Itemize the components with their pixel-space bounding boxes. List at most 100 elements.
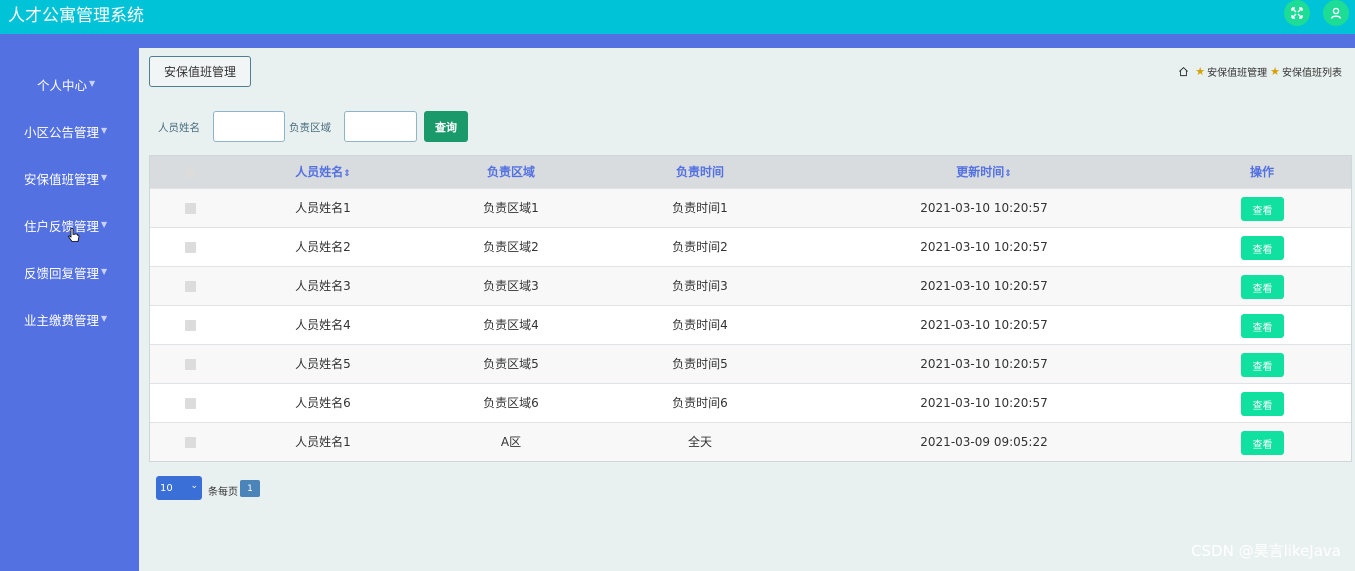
select-all-checkbox[interactable]: [185, 167, 196, 178]
sidebar-item-reply[interactable]: 反馈回复管理 ▼: [0, 260, 139, 284]
cell-name: 人员姓名1: [295, 201, 351, 215]
view-button[interactable]: 查看: [1241, 197, 1284, 221]
cell-area: 负责区域6: [483, 396, 539, 410]
query-button[interactable]: 查询: [424, 111, 468, 142]
home-icon[interactable]: [1178, 66, 1189, 77]
star-icon: ★: [1195, 65, 1206, 78]
user-icon[interactable]: [1323, 0, 1349, 26]
cell-name: 人员姓名4: [295, 318, 351, 332]
tab-security-management[interactable]: 安保值班管理: [149, 56, 251, 87]
sidebar-item-label: 安保值班管理: [24, 171, 100, 187]
area-search-label: 负责区域: [289, 122, 331, 134]
page-number-button[interactable]: 1: [240, 480, 260, 497]
chevron-down-icon: ⌄: [190, 481, 198, 491]
page-size-value: 10: [160, 482, 173, 494]
column-header-actions: 操作: [1249, 165, 1275, 179]
cell-name: 人员姓名3: [295, 279, 351, 293]
view-button[interactable]: 查看: [1241, 353, 1284, 377]
row-checkbox[interactable]: [185, 320, 196, 331]
per-page-label: 条每页: [208, 487, 238, 498]
cell-name: 人员姓名5: [295, 357, 351, 371]
page-size-select[interactable]: 10 ⌄: [156, 476, 202, 500]
sidebar: 个人中心 ▼ 小区公告管理 ▼ 安保值班管理 ▼ 住户反馈管理 ▼ 反馈回复管理 ▼ 业主…: [0, 48, 139, 571]
cell-name: 人员姓名1: [295, 435, 351, 449]
breadcrumb-item-security-management[interactable]: 安保值班管理: [1207, 64, 1267, 79]
caret-down-icon: ▼: [101, 266, 108, 276]
table-row: 人员姓名4 负责区域4 负责时间4 2021-03-10 10:20:57 查看: [150, 305, 1351, 344]
name-search-input[interactable]: [213, 111, 285, 142]
table-row: 人员姓名1 A区 全天 2021-03-09 09:05:22 查看: [150, 422, 1351, 461]
column-header-name[interactable]: 人员姓名⇕: [295, 156, 351, 188]
sidebar-item-label: 住户反馈管理: [24, 218, 100, 234]
sidebar-item-label: 个人中心: [37, 77, 88, 93]
app-title: 人才公寓管理系统: [8, 6, 144, 26]
column-header-updated[interactable]: 更新时间⇕: [956, 156, 1012, 188]
view-button[interactable]: 查看: [1241, 236, 1284, 260]
cell-time: 负责时间5: [672, 357, 728, 371]
sidebar-item-notice[interactable]: 小区公告管理 ▼: [0, 119, 139, 143]
row-checkbox[interactable]: [185, 398, 196, 409]
column-header-label: 更新时间: [956, 165, 1005, 179]
cell-updated: 2021-03-10 10:20:57: [920, 318, 1048, 332]
view-button[interactable]: 查看: [1241, 392, 1284, 416]
cell-area: A区: [500, 435, 522, 449]
table-row: 人员姓名6 负责区域6 负责时间6 2021-03-10 10:20:57 查看: [150, 383, 1351, 422]
sidebar-item-label: 小区公告管理: [24, 124, 100, 140]
area-search-input[interactable]: [344, 111, 417, 142]
hand-cursor-icon: [68, 228, 80, 242]
cell-area: 负责区域2: [483, 240, 539, 254]
caret-down-icon: ▼: [101, 125, 108, 135]
caret-down-icon: ▼: [89, 78, 96, 88]
table-row: 人员姓名3 负责区域3 负责时间3 2021-03-10 10:20:57 查看: [150, 266, 1351, 305]
view-button[interactable]: 查看: [1241, 275, 1284, 299]
cell-updated: 2021-03-10 10:20:57: [920, 279, 1048, 293]
star-icon: ★: [1270, 65, 1280, 78]
expand-icon[interactable]: [1284, 0, 1310, 26]
column-header-label: 人员姓名: [295, 165, 344, 179]
security-duty-table: 人员姓名⇕ 负责区域 负责时间 更新时间⇕ 操作 人员姓名1 负责区域1 负责时间1…: [149, 155, 1352, 462]
caret-down-icon: ▼: [101, 172, 108, 182]
top-header: 人才公寓管理系统: [0, 0, 1355, 34]
caret-down-icon: ▼: [101, 219, 108, 229]
cell-updated: 2021-03-10 10:20:57: [920, 201, 1048, 215]
row-checkbox[interactable]: [185, 437, 196, 448]
cell-updated: 2021-03-10 10:20:57: [920, 396, 1048, 410]
watermark: CSDN @昊言likeJava: [1191, 542, 1341, 560]
table-row: 人员姓名1 负责区域1 负责时间1 2021-03-10 10:20:57 查看: [150, 188, 1351, 227]
sidebar-item-personal-center[interactable]: 个人中心 ▼: [0, 72, 139, 96]
cell-time: 负责时间3: [672, 279, 728, 293]
sidebar-item-label: 业主缴费管理: [24, 312, 100, 328]
cell-area: 负责区域1: [483, 201, 539, 215]
sidebar-item-payment[interactable]: 业主缴费管理 ▼: [0, 307, 139, 331]
table-row: 人员姓名5 负责区域5 负责时间5 2021-03-10 10:20:57 查看: [150, 344, 1351, 383]
row-checkbox[interactable]: [185, 359, 196, 370]
name-search-label: 人员姓名: [158, 122, 200, 134]
cell-area: 负责区域5: [483, 357, 539, 371]
breadcrumb: ★ 安保值班管理 ★ 安保值班列表: [1178, 64, 1342, 79]
column-header-area: 负责区域: [486, 165, 536, 179]
cell-area: 负责区域3: [483, 279, 539, 293]
breadcrumb-item-security-list: 安保值班列表: [1282, 68, 1342, 79]
cell-updated: 2021-03-10 10:20:57: [920, 357, 1048, 371]
cell-time: 负责时间2: [672, 240, 728, 254]
caret-down-icon: ▼: [101, 313, 108, 323]
cell-time: 负责时间1: [672, 201, 728, 215]
cell-updated: 2021-03-09 09:05:22: [920, 435, 1048, 449]
sort-icon: ⇕: [343, 169, 351, 179]
view-button[interactable]: 查看: [1241, 314, 1284, 338]
cell-updated: 2021-03-10 10:20:57: [920, 240, 1048, 254]
sidebar-item-security[interactable]: 安保值班管理 ▼: [0, 166, 139, 190]
sidebar-item-label: 反馈回复管理: [24, 265, 100, 281]
view-button[interactable]: 查看: [1241, 431, 1284, 455]
row-checkbox[interactable]: [185, 242, 196, 253]
column-header-time: 负责时间: [675, 165, 725, 179]
sort-icon: ⇕: [1004, 169, 1012, 179]
cell-time: 负责时间6: [672, 396, 728, 410]
row-checkbox[interactable]: [185, 203, 196, 214]
cell-area: 负责区域4: [483, 318, 539, 332]
table-header: 人员姓名⇕ 负责区域 负责时间 更新时间⇕ 操作: [150, 156, 1351, 188]
row-checkbox[interactable]: [185, 281, 196, 292]
cell-name: 人员姓名6: [295, 396, 351, 410]
header-strip: [0, 34, 1355, 48]
cell-time: 全天: [687, 435, 713, 449]
